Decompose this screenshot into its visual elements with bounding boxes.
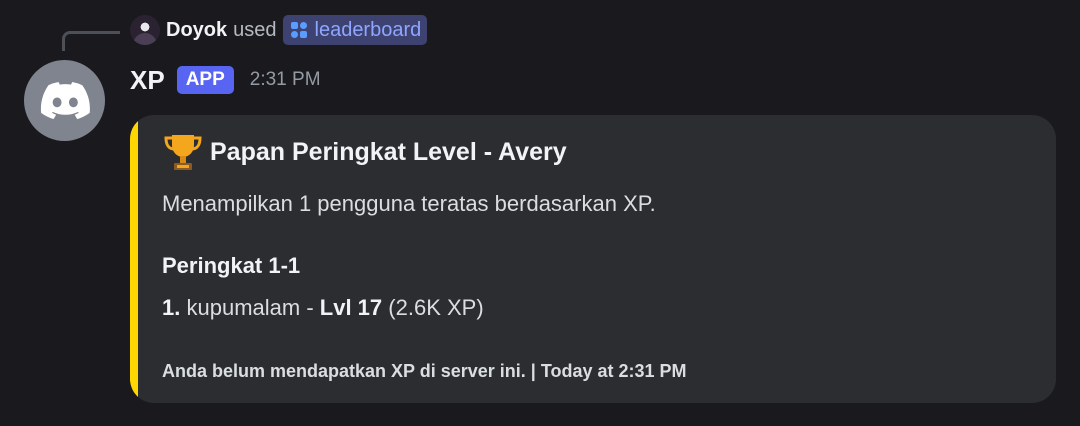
entry-rank: 1. — [162, 295, 181, 320]
reply-connector-line — [62, 31, 120, 51]
entry-username: kupumalam — [186, 295, 301, 320]
leaderboard-embed: Papan Peringkat Level - Avery Menampilka… — [130, 115, 1056, 403]
field-name: Peringkat 1-1 — [162, 253, 301, 278]
chat-message: Doyok used leaderboard XP APP 2:31 PM Pa… — [0, 0, 1080, 426]
entry-xp: (2.6K XP) — [388, 295, 484, 320]
entry-level: Lvl 17 — [319, 295, 383, 320]
embed-accent-bar — [130, 115, 138, 403]
discord-logo-icon — [40, 81, 90, 119]
usage-username[interactable]: Doyok — [166, 19, 227, 42]
app-command-icon — [290, 22, 307, 38]
embed-title: Papan Peringkat Level - Avery — [162, 131, 567, 173]
message-header: XP APP 2:31 PM — [130, 62, 321, 98]
embed-footer: Anda belum mendapatkan XP di server ini.… — [162, 361, 687, 381]
command-chip[interactable]: leaderboard — [282, 15, 428, 45]
app-badge: APP — [176, 66, 234, 94]
trophy-icon — [164, 135, 202, 170]
message-timestamp[interactable]: 2:31 PM — [250, 69, 321, 91]
leaderboard-entry: 1. kupumalam - Lvl 17 (2.6K XP) — [162, 295, 484, 321]
bot-name[interactable]: XP — [130, 65, 165, 96]
bot-avatar[interactable] — [24, 60, 105, 141]
entry-separator: - — [306, 295, 314, 320]
usage-verb: used — [233, 18, 277, 41]
command-name: leaderboard — [314, 18, 422, 41]
embed-title-text: Papan Peringkat Level - Avery — [210, 137, 567, 166]
user-avatar[interactable] — [130, 15, 160, 45]
embed-description: Menampilkan 1 pengguna teratas berdasark… — [162, 191, 656, 216]
command-usage-line: Doyok used leaderboard — [130, 14, 428, 46]
